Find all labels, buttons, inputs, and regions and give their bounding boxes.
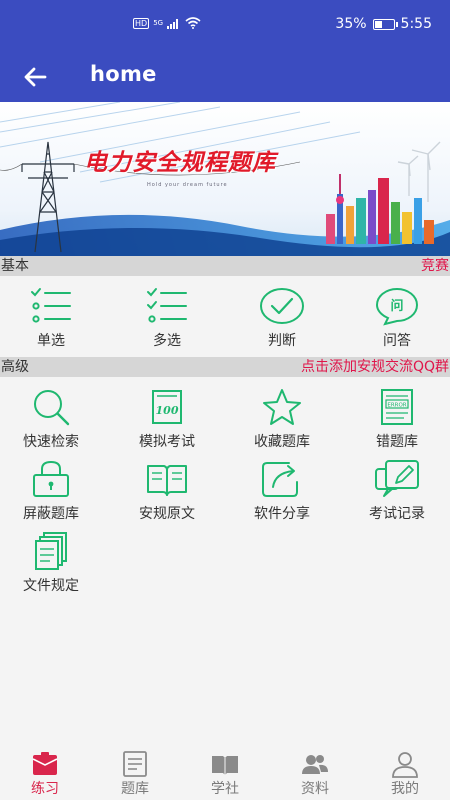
battery-icon — [372, 18, 398, 30]
quick-search-label: 快速检索 — [23, 434, 79, 450]
single-choice-icon — [31, 288, 71, 323]
clock: 5:55 — [400, 16, 432, 32]
app-bar: home — [0, 52, 450, 102]
star-icon — [263, 389, 301, 425]
section-title-advanced: 高级 — [1, 359, 29, 375]
wrong-questions-button[interactable]: ERROR 错题库 — [341, 387, 450, 451]
safety-regulations-button[interactable]: 安规原文 — [111, 459, 223, 523]
banner-title: 电力安全规程题库 — [84, 150, 276, 176]
question-bank-icon — [123, 751, 147, 777]
blocked-questions-button[interactable]: 屏蔽题库 — [0, 459, 107, 523]
hd-badge: HD — [133, 17, 150, 29]
multi-choice-label: 多选 — [153, 333, 181, 349]
book-icon — [147, 465, 187, 496]
section-header-basic: 基本 竞赛 — [0, 256, 450, 276]
qa-bubble-icon: 问 — [375, 287, 419, 326]
tab-practice[interactable]: 练习 — [0, 745, 90, 800]
back-arrow-icon[interactable] — [18, 60, 52, 94]
multi-choice-button[interactable]: 多选 — [111, 286, 223, 350]
document-rules-label: 文件规定 — [23, 578, 79, 594]
exam-records-button[interactable]: 考试记录 — [341, 459, 450, 523]
materials-icon — [302, 755, 328, 774]
banner-artwork — [0, 102, 450, 256]
lock-icon — [33, 460, 69, 497]
svg-text:100: 100 — [156, 404, 179, 417]
study-icon — [212, 756, 238, 775]
qa-label: 问答 — [383, 333, 411, 349]
single-choice-button[interactable]: 单选 — [0, 286, 107, 350]
tab-study[interactable]: 学社 — [180, 745, 270, 800]
tab-question-bank[interactable]: 题库 — [90, 745, 180, 800]
share-app-button[interactable]: 软件分享 — [226, 459, 338, 523]
tab-question-bank-label: 题库 — [121, 781, 149, 797]
battery-fill — [374, 20, 382, 28]
tab-practice-label: 练习 — [31, 781, 59, 797]
share-app-label: 软件分享 — [254, 506, 310, 522]
svg-text:问: 问 — [390, 298, 403, 314]
svg-text:ERROR: ERROR — [387, 403, 406, 409]
tab-materials-label: 资料 — [301, 781, 329, 797]
join-qq-group-link[interactable]: 点击添加安规交流QQ群 — [301, 357, 449, 377]
single-choice-label: 单选 — [37, 333, 65, 349]
true-false-label: 判断 — [268, 333, 296, 349]
competition-link[interactable]: 竞赛 — [421, 256, 449, 276]
banner-subtitle: Hold your dream future — [147, 182, 228, 188]
true-false-button[interactable]: 判断 — [226, 286, 338, 350]
exam-100-icon: 100 — [152, 390, 182, 424]
tab-materials[interactable]: 资料 — [270, 745, 360, 800]
share-icon — [262, 462, 298, 497]
tab-profile[interactable]: 我的 — [360, 745, 450, 800]
favorites-button[interactable]: 收藏题库 — [226, 387, 338, 451]
documents-icon — [35, 532, 67, 570]
safety-regulations-label: 安规原文 — [139, 506, 195, 522]
mock-exam-button[interactable]: 100 模拟考试 — [111, 387, 223, 451]
edit-note-icon — [375, 460, 419, 497]
section-title-basic: 基本 — [1, 258, 29, 274]
status-bar: HD 5G 35% 5:55 — [0, 0, 450, 52]
page-title: home — [90, 62, 157, 86]
error-doc-icon: ERROR — [381, 389, 413, 425]
document-rules-button[interactable]: 文件规定 — [0, 531, 107, 595]
qa-button[interactable]: 问 问答 — [341, 286, 450, 350]
profile-icon — [392, 752, 418, 778]
blocked-questions-label: 屏蔽题库 — [23, 506, 79, 522]
signal-icon — [167, 18, 179, 29]
practice-icon — [32, 752, 58, 775]
tab-study-label: 学社 — [211, 781, 239, 797]
search-icon — [34, 390, 70, 426]
check-icon — [260, 288, 304, 324]
tab-profile-label: 我的 — [391, 781, 419, 797]
favorites-label: 收藏题库 — [254, 434, 310, 450]
network-indicators: HD 5G — [133, 17, 201, 29]
bottom-tab-bar: 练习 题库 学社 资料 我的 — [0, 745, 450, 800]
status-right: 35% 5:55 — [335, 16, 432, 32]
mock-exam-label: 模拟考试 — [139, 434, 195, 450]
exam-records-label: 考试记录 — [369, 506, 425, 522]
banner[interactable]: 电力安全规程题库 Hold your dream future — [0, 102, 450, 256]
signal-label: 5G — [153, 19, 164, 27]
wifi-icon — [185, 17, 201, 29]
battery-percent: 35% — [335, 16, 367, 32]
section-header-advanced: 高级 点击添加安规交流QQ群 — [0, 357, 450, 377]
wrong-questions-label: 错题库 — [376, 434, 418, 450]
quick-search-button[interactable]: 快速检索 — [0, 387, 107, 451]
multi-choice-icon — [147, 288, 187, 323]
